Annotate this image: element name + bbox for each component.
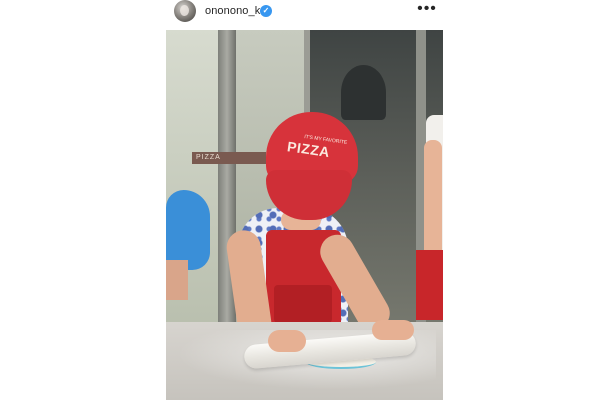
- adult-right-arm: [424, 140, 442, 260]
- post-photo[interactable]: PIZZA IT'S MY FAVORITE PIZZA: [166, 30, 443, 400]
- verified-badge-icon: ✓: [260, 5, 272, 17]
- child-hand-left: [268, 330, 306, 352]
- post-header: ononono_ka ✓ •••: [0, 0, 610, 22]
- child-hand-right: [372, 320, 414, 340]
- blue-glove: [166, 190, 210, 270]
- adult-right-apron: [416, 250, 443, 320]
- oven-shape: [341, 65, 386, 120]
- adult-arm-left: [166, 260, 188, 300]
- child-apron-pocket: [274, 285, 332, 323]
- more-options-icon[interactable]: •••: [416, 1, 438, 19]
- username-link[interactable]: ononono_ka: [205, 4, 267, 18]
- store-sign: PIZZA: [192, 152, 266, 164]
- profile-avatar[interactable]: [174, 0, 196, 22]
